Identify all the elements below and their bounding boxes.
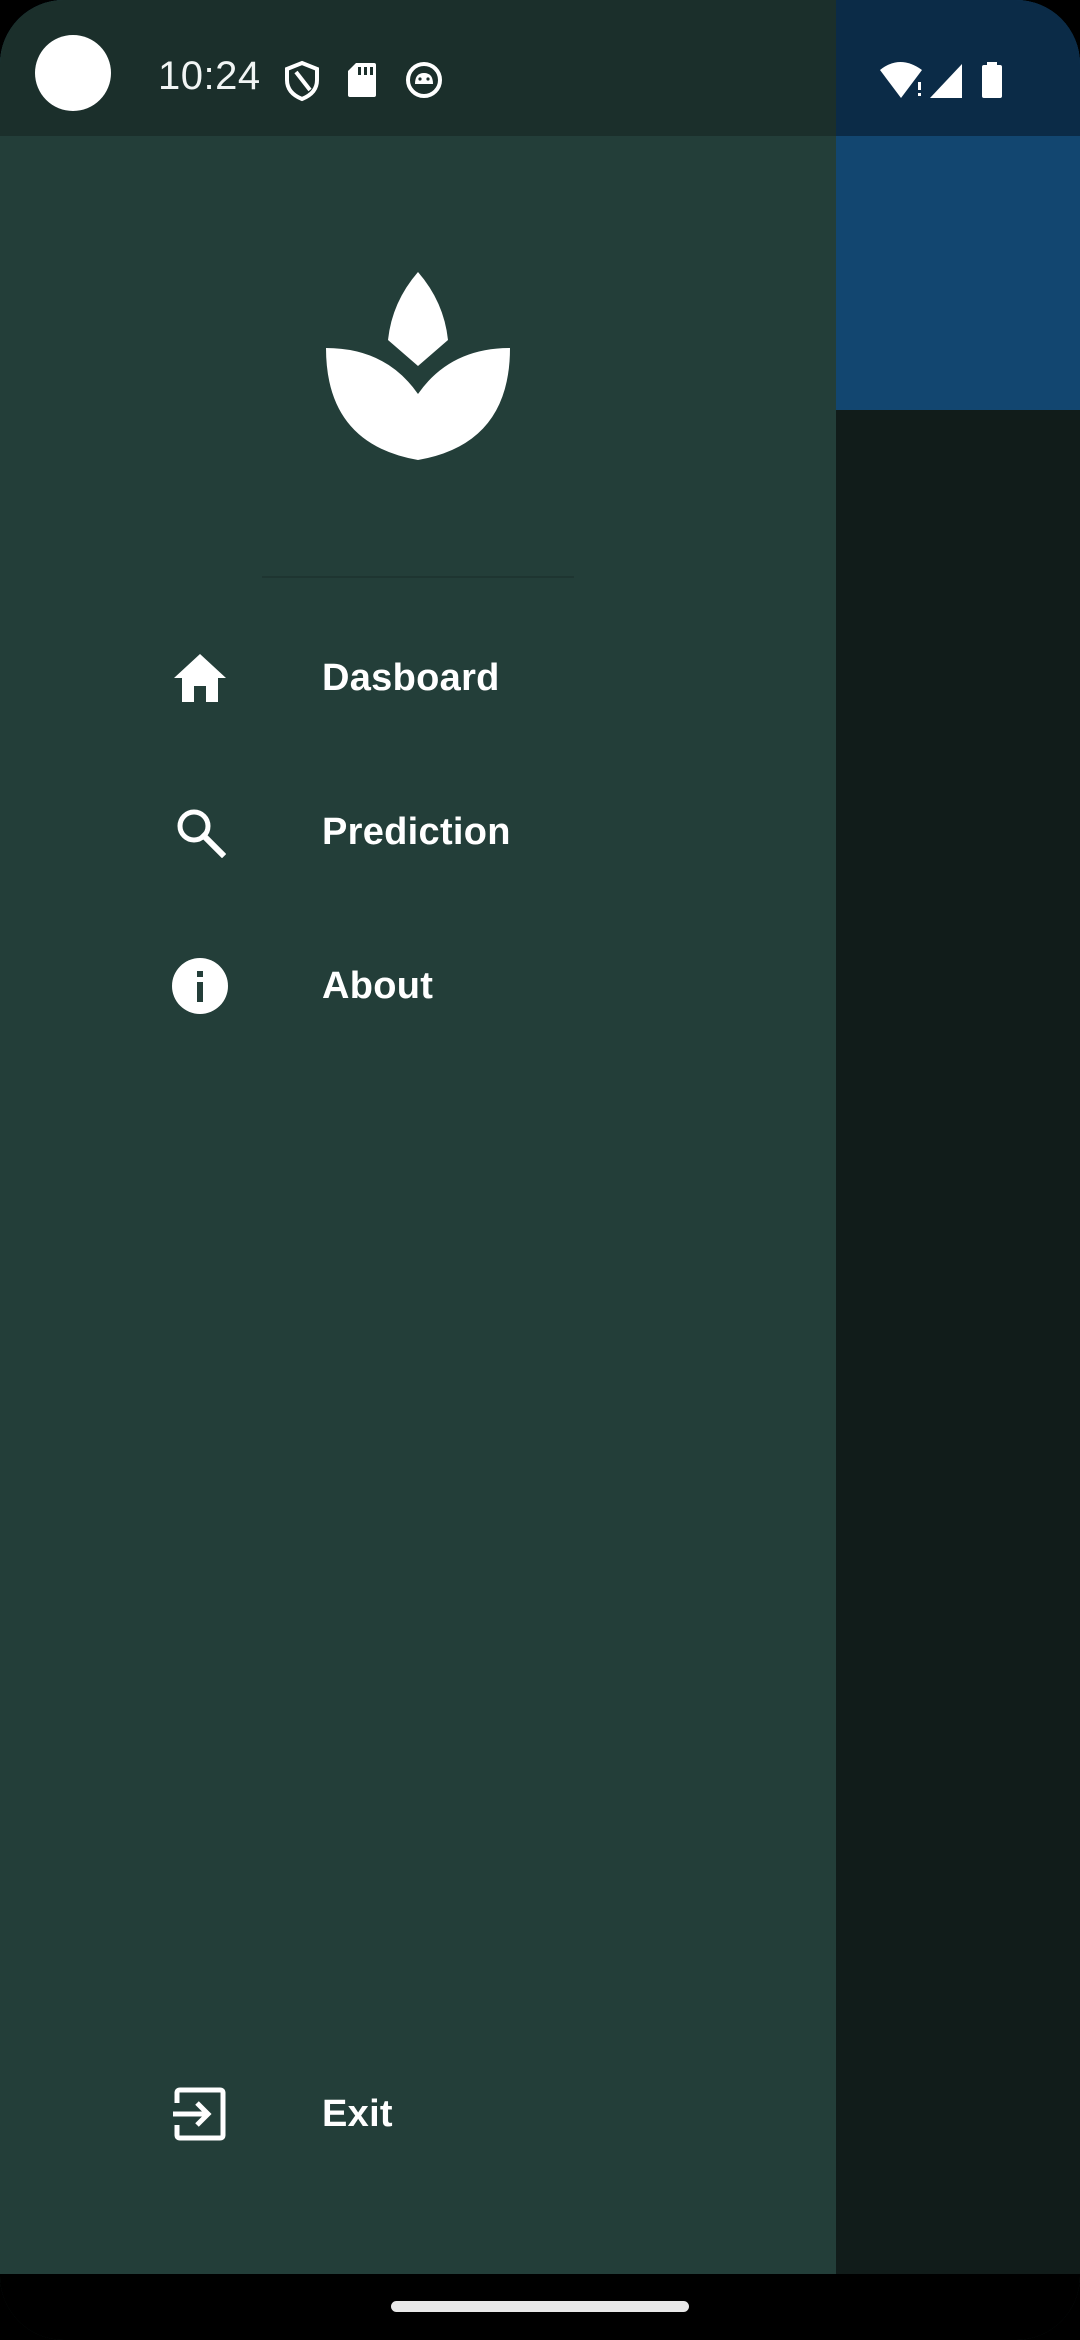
menu-item-exit[interactable]: Exit bbox=[150, 2059, 710, 2169]
menu-item-prediction[interactable]: Prediction bbox=[150, 777, 710, 887]
search-icon bbox=[150, 782, 250, 882]
wifi-alert-icon bbox=[878, 60, 926, 105]
menu-item-label: Prediction bbox=[322, 810, 511, 853]
lotus-leaf-logo bbox=[324, 272, 512, 462]
navigation-drawer: 10:24 Dasboard Prediction About Exit bbox=[0, 0, 836, 2274]
menu-item-label: Dasboard bbox=[322, 656, 500, 699]
signal-icon bbox=[928, 60, 964, 105]
menu-item-label: About bbox=[322, 964, 434, 1007]
drawer-header-divider bbox=[262, 576, 574, 578]
device-screen: 10:24 Dasboard Prediction About Exit bbox=[0, 0, 1080, 2340]
home-icon bbox=[150, 628, 250, 728]
exit-icon bbox=[150, 2064, 250, 2164]
camera-cutout bbox=[35, 35, 111, 111]
info-icon bbox=[150, 936, 250, 1036]
battery-icon bbox=[980, 60, 1004, 105]
sd-card-icon bbox=[346, 60, 386, 100]
android-debug-icon bbox=[404, 60, 444, 100]
menu-item-dashboard[interactable]: Dasboard bbox=[150, 623, 710, 733]
home-gesture-handle[interactable] bbox=[391, 2301, 689, 2312]
menu-item-about[interactable]: About bbox=[150, 931, 710, 1041]
status-clock: 10:24 bbox=[158, 54, 261, 98]
menu-item-label: Exit bbox=[322, 2092, 393, 2135]
shield-icon bbox=[282, 60, 322, 102]
